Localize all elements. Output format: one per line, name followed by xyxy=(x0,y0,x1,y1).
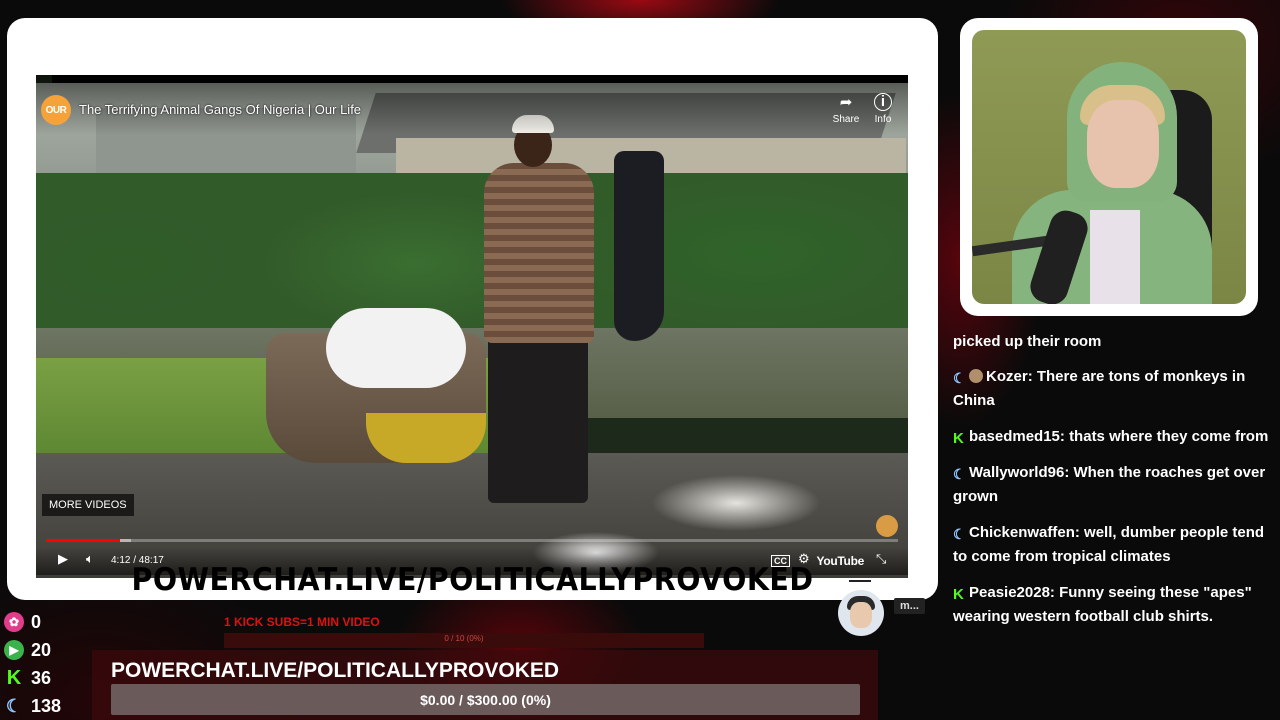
chat-username[interactable]: basedmed15 xyxy=(969,428,1060,445)
subs-goal-text: 0 / 10 (0%) xyxy=(444,634,484,643)
progress-bar[interactable] xyxy=(46,539,898,542)
stream-stats: ✿ 0 ▶ 20 K 36 ☾ 138 xyxy=(4,608,94,720)
donation-goal-bar: $0.00 / $300.00 (0%) xyxy=(111,684,860,715)
stat-row: ✿ 0 xyxy=(4,608,94,636)
moon-icon: ☾ xyxy=(953,370,966,386)
user-avatar-icon xyxy=(969,369,983,383)
donation-goal-title: POWERCHAT.LIVE/POLITICALLYPROVOKED xyxy=(111,659,560,682)
chat-message: K Peasie2028: Funny seeing these "apes" w… xyxy=(953,584,1252,625)
webcam-frame xyxy=(960,18,1258,316)
chat-message: Kbasedmed15: thats where they come from xyxy=(953,428,1269,447)
stat-value: 138 xyxy=(31,695,62,716)
kick-icon: K xyxy=(6,666,22,689)
kick-icon: K xyxy=(953,586,964,603)
kick-icon: K xyxy=(953,430,964,447)
powerchat-banner: POWERCHAT.LIVE/POLITICALLYPROVOKED xyxy=(131,562,814,598)
share-label: Share xyxy=(832,114,860,125)
channel-watermark[interactable] xyxy=(876,515,898,537)
subs-goal-bar: 0 / 10 (0%) xyxy=(224,633,704,648)
video-frame: OUR The Terrifying Animal Gangs Of Niger… xyxy=(7,18,938,600)
chat-message: picked up their room xyxy=(953,333,1102,350)
info-label: Info xyxy=(874,114,892,125)
play-icon: ▶ xyxy=(4,640,24,660)
stat-value: 0 xyxy=(31,611,42,632)
avatar[interactable] xyxy=(838,590,884,636)
share-arrow-icon: ➦ xyxy=(839,94,853,111)
donation-goal-text: $0.00 / $300.00 (0%) xyxy=(420,692,551,708)
stat-row: ▶ 20 xyxy=(4,636,94,664)
video-scene xyxy=(36,83,908,578)
avatar-name-tag[interactable]: m... xyxy=(894,598,925,614)
webcam-feed xyxy=(972,30,1246,304)
stat-value: 36 xyxy=(31,667,52,688)
divider xyxy=(849,580,871,582)
moon-icon: ☾ xyxy=(5,695,23,716)
stat-row: ☾ 138 xyxy=(4,692,94,720)
video-title[interactable]: The Terrifying Animal Gangs Of Nigeria |… xyxy=(79,102,361,117)
channel-logo[interactable]: OUR xyxy=(41,95,71,125)
chat-username[interactable]: Wallyworld96 xyxy=(969,464,1064,481)
heart-icon: ✿ xyxy=(4,612,24,632)
more-videos-button[interactable]: MORE VIDEOS xyxy=(42,494,134,516)
chat-panel: picked up their room ☾ Kozer: There are t… xyxy=(953,330,1273,720)
info-icon: i xyxy=(874,93,892,111)
kick-subs-label: 1 KICK SUBS=1 MIN VIDEO xyxy=(224,615,380,629)
stat-value: 20 xyxy=(31,639,52,660)
chat-message: ☾ Kozer: There are tons of monkeys in Chi… xyxy=(953,368,1246,409)
youtube-player[interactable]: OUR The Terrifying Animal Gangs Of Niger… xyxy=(36,75,908,578)
chat-username[interactable]: Chickenwaffen xyxy=(969,524,1075,541)
chat-username[interactable]: Kozer xyxy=(986,368,1028,385)
chat-username[interactable]: Peasie2028 xyxy=(969,584,1050,601)
info-button[interactable]: i Info xyxy=(863,93,903,125)
moon-icon: ☾ xyxy=(953,526,966,542)
stat-row: K 36 xyxy=(4,664,94,692)
share-button[interactable]: ➦ Share xyxy=(826,93,866,125)
chat-message: ☾ Wallyworld96: When the roaches get over… xyxy=(953,464,1266,505)
chat-message: ☾ Chickenwaffen: well, dumber people tend… xyxy=(953,524,1265,565)
moon-icon: ☾ xyxy=(953,466,966,482)
progress-played xyxy=(46,539,121,542)
